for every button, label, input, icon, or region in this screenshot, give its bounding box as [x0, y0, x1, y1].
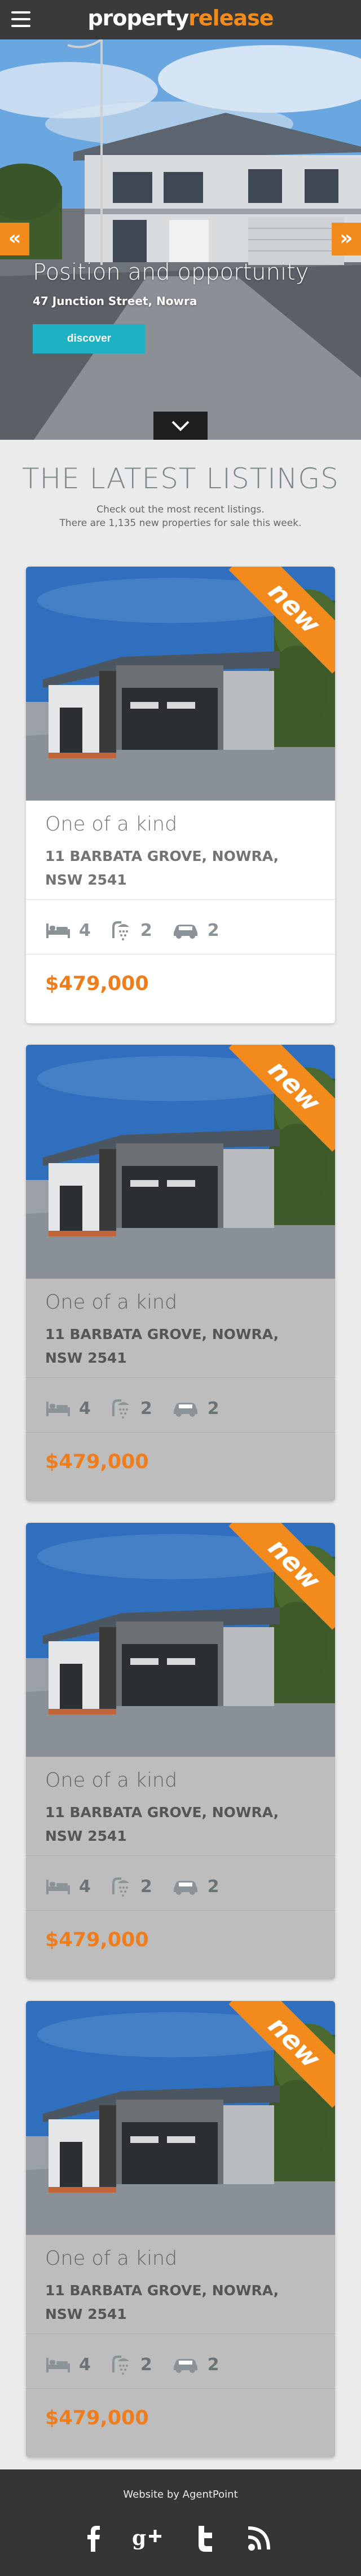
- site-logo[interactable]: propertyrelease: [0, 6, 361, 30]
- bathrooms: 2: [110, 2353, 152, 2376]
- divider: [26, 954, 335, 955]
- bed-icon: [46, 2358, 70, 2372]
- listing-info: One of a kind 11 BARBATA GROVE, NOWRA, N…: [26, 2235, 335, 2458]
- car-spaces-count: 2: [207, 1876, 219, 1897]
- top-bar: propertyrelease: [0, 0, 361, 39]
- listing-features: 4 2 2: [45, 916, 239, 944]
- divider: [26, 1377, 335, 1378]
- listings-subtitle-line1: Check out the most recent listings.: [96, 504, 265, 515]
- car-spaces-count: 2: [207, 1398, 219, 1419]
- bedrooms-count: 4: [79, 1876, 91, 1897]
- divider: [26, 1855, 335, 1856]
- listing-photo[interactable]: new: [26, 2001, 335, 2235]
- divider: [26, 2388, 335, 2389]
- logo-text-part1: property: [87, 6, 189, 30]
- double-chevron-right-icon: »: [340, 227, 353, 250]
- divider: [26, 1432, 335, 1433]
- scroll-down-button[interactable]: [153, 412, 208, 440]
- listing-card[interactable]: new One of a kind 11 BARBATA GROVE, NOWR…: [26, 1523, 335, 1980]
- listing-title: One of a kind: [45, 2247, 178, 2270]
- bedrooms: 4: [45, 1399, 91, 1419]
- listing-card[interactable]: new One of a kind 11 BARBATA GROVE, NOWR…: [26, 567, 335, 1023]
- bed-icon: [46, 1402, 70, 1416]
- car-spaces: 2: [171, 1877, 219, 1897]
- bedrooms-count: 4: [79, 920, 91, 940]
- divider: [26, 899, 335, 900]
- bathrooms: 2: [110, 1875, 152, 1898]
- listings-subtitle: Check out the most recent listings. Ther…: [0, 503, 361, 530]
- bed-icon: [46, 1880, 70, 1894]
- svg-text:g: g: [132, 2526, 146, 2550]
- facebook-icon[interactable]: [77, 2521, 111, 2555]
- shower-icon: [112, 1399, 129, 1419]
- footer-credit[interactable]: Website by AgentPoint: [0, 2489, 361, 2500]
- listing-address: 11 BARBATA GROVE, NOWRA, NSW 2541: [45, 1804, 279, 1844]
- listing-photo[interactable]: new: [26, 1523, 335, 1757]
- hero-next-button[interactable]: »: [332, 223, 361, 255]
- car-spaces-count: 2: [207, 2354, 219, 2375]
- bed-icon: [46, 924, 70, 938]
- hero-title: Position and opportunity: [33, 259, 309, 285]
- car-icon: [173, 1881, 197, 1895]
- bathrooms-count: 2: [140, 1876, 152, 1897]
- chevron-down-icon: [171, 421, 190, 431]
- listing-title: One of a kind: [45, 1769, 178, 1792]
- rss-icon[interactable]: [244, 2521, 278, 2555]
- car-icon: [173, 1403, 197, 1417]
- bedrooms: 4: [45, 2355, 91, 2375]
- listing-features: 4 2 2: [45, 2350, 239, 2379]
- shower-icon: [112, 2356, 129, 2375]
- bedrooms: 4: [45, 1877, 91, 1897]
- bedrooms-count: 4: [79, 1398, 91, 1419]
- listing-info: One of a kind 11 BARBATA GROVE, NOWRA, N…: [26, 1757, 335, 1980]
- bedrooms-count: 4: [79, 2354, 91, 2375]
- hero-slider: « » Position and opportunity 47 Junction…: [0, 39, 361, 440]
- hero-address: 47 Junction Street, Nowra: [33, 294, 197, 308]
- listing-price: $479,000: [45, 1451, 149, 1473]
- bathrooms-count: 2: [140, 2354, 152, 2375]
- car-spaces-count: 2: [207, 920, 219, 940]
- car-icon: [173, 2359, 197, 2373]
- twitter-icon[interactable]: [190, 2521, 223, 2555]
- footer: Website by AgentPoint g: [0, 2469, 361, 2576]
- listing-features: 4 2 2: [45, 1872, 239, 1901]
- listing-price: $479,000: [45, 1929, 149, 1951]
- car-icon: [173, 925, 197, 939]
- listings-subtitle-line2: There are 1,135 new properties for sale …: [59, 518, 302, 529]
- listing-card[interactable]: new One of a kind 11 BARBATA GROVE, NOWR…: [26, 1045, 335, 1501]
- divider: [26, 1910, 335, 1911]
- listing-price: $479,000: [45, 973, 149, 995]
- listing-photo[interactable]: new: [26, 1045, 335, 1279]
- hero-prev-button[interactable]: «: [0, 223, 29, 255]
- car-spaces: 2: [171, 1399, 219, 1419]
- listing-address: 11 BARBATA GROVE, NOWRA, NSW 2541: [45, 1326, 279, 1366]
- listing-card[interactable]: new One of a kind 11 BARBATA GROVE, NOWR…: [26, 2001, 335, 2458]
- shower-icon: [112, 921, 129, 940]
- listing-info: One of a kind 11 BARBATA GROVE, NOWRA, N…: [26, 801, 335, 1023]
- bathrooms: 2: [110, 919, 152, 942]
- google-plus-icon[interactable]: g: [131, 2521, 165, 2555]
- car-spaces: 2: [171, 921, 219, 940]
- discover-button[interactable]: discover: [33, 324, 146, 354]
- listing-info: One of a kind 11 BARBATA GROVE, NOWRA, N…: [26, 1279, 335, 1501]
- listing-title: One of a kind: [45, 813, 178, 836]
- double-chevron-left-icon: «: [8, 227, 21, 250]
- listing-price: $479,000: [45, 2407, 149, 2429]
- listing-title: One of a kind: [45, 1291, 178, 1314]
- bathrooms: 2: [110, 1397, 152, 1420]
- listing-address: 11 BARBATA GROVE, NOWRA, NSW 2541: [45, 848, 279, 888]
- bathrooms-count: 2: [140, 920, 152, 940]
- car-spaces: 2: [171, 2355, 219, 2375]
- listing-features: 4 2 2: [45, 1394, 239, 1422]
- listings-heading: THE LATEST LISTINGS: [22, 462, 339, 495]
- shower-icon: [112, 1877, 129, 1897]
- bedrooms: 4: [45, 921, 91, 940]
- hero-house-image: [0, 39, 361, 440]
- bathrooms-count: 2: [140, 1398, 152, 1419]
- listing-address: 11 BARBATA GROVE, NOWRA, NSW 2541: [45, 2282, 279, 2322]
- listing-photo[interactable]: new: [26, 567, 335, 801]
- logo-text-part2: release: [188, 6, 274, 30]
